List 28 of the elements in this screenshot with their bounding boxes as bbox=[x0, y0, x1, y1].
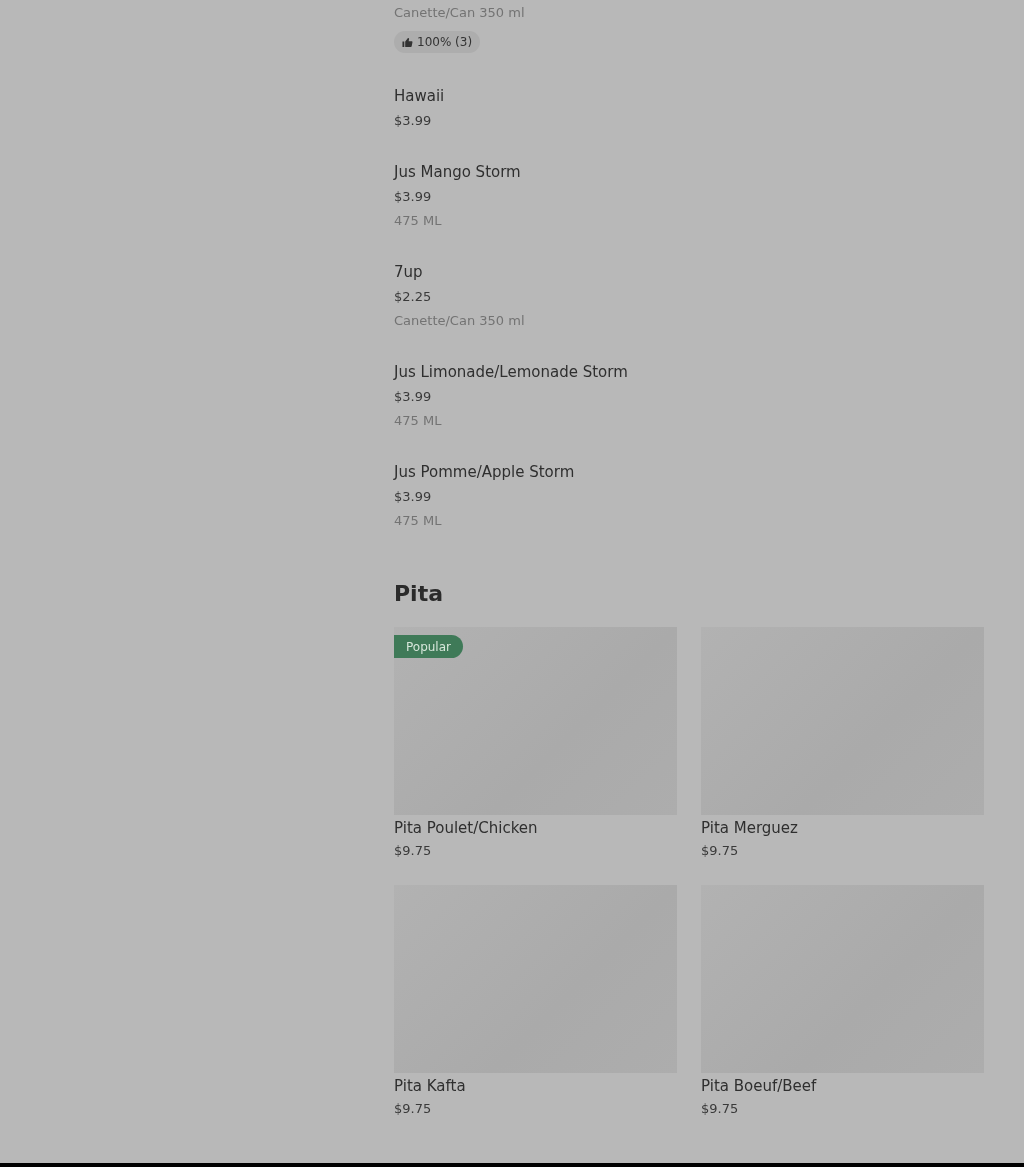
item-name[interactable]: Pita Merguez bbox=[701, 818, 798, 838]
item-description: Canette/Can 350 ml bbox=[394, 4, 525, 22]
item-name[interactable]: Jus Pomme/Apple Storm bbox=[394, 460, 575, 484]
popular-badge: Popular bbox=[394, 635, 463, 658]
item-description: Canette/Can 350 ml bbox=[394, 312, 525, 330]
item-price: $3.99 bbox=[394, 388, 432, 406]
item-price: $3.99 bbox=[394, 112, 432, 130]
item-price: $9.75 bbox=[394, 842, 432, 860]
item-name[interactable]: 7up bbox=[394, 260, 423, 284]
item-description: 475 ML bbox=[394, 512, 442, 530]
item-description: 475 ML bbox=[394, 412, 442, 430]
item-price: $9.75 bbox=[701, 842, 739, 860]
item-price: $2.25 bbox=[394, 288, 432, 306]
item-name[interactable]: Pita Boeuf/Beef bbox=[701, 1076, 817, 1096]
item-name[interactable]: Jus Limonade/Lemonade Storm bbox=[394, 360, 628, 384]
item-price: $9.75 bbox=[701, 1100, 739, 1118]
item-price: $3.99 bbox=[394, 488, 432, 506]
image-placeholder[interactable] bbox=[394, 627, 677, 815]
item-description: 475 ML bbox=[394, 212, 442, 230]
thumbs-up-icon bbox=[402, 36, 413, 48]
item-price: $3.99 bbox=[394, 188, 432, 206]
item-name[interactable]: Jus Mango Storm bbox=[394, 160, 521, 184]
item-price: $9.75 bbox=[394, 1100, 432, 1118]
item-name[interactable]: Pita Kafta bbox=[394, 1076, 466, 1096]
section-heading: Pita bbox=[394, 580, 445, 608]
rating-text: 100% (3) bbox=[417, 35, 473, 49]
item-name[interactable]: Pita Poulet/Chicken bbox=[394, 818, 538, 838]
item-name[interactable]: Hawaii bbox=[394, 84, 445, 108]
